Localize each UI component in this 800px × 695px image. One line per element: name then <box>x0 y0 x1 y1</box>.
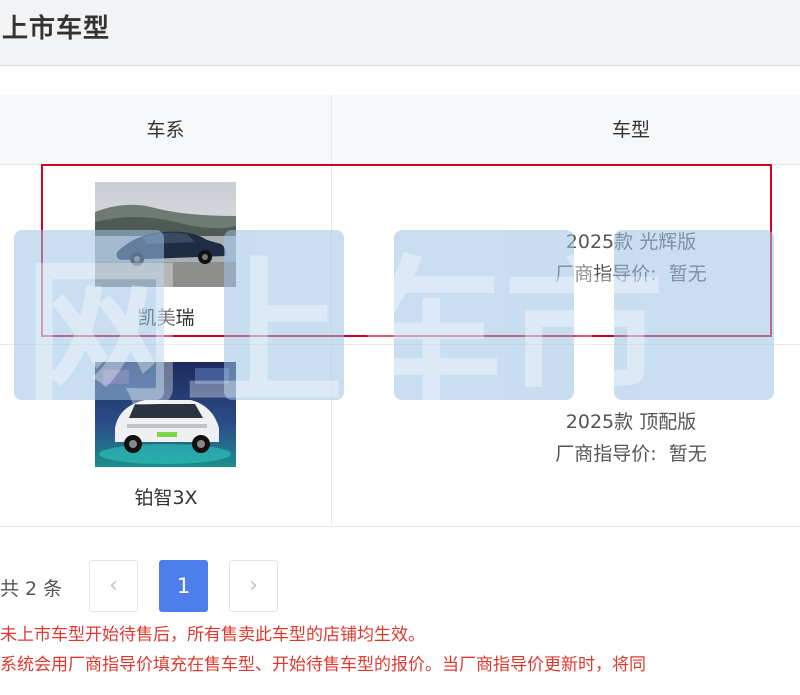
series-name[interactable]: 铂智3X <box>0 483 332 510</box>
note-line: 系统会用厂商指导价填充在售车型、开始待售车型的报价。当厂商指导价更新时，将同 <box>0 655 646 675</box>
chevron-right-icon: › <box>249 573 258 598</box>
model-cell: 2025款 光辉版 厂商指导价: 暂无 <box>332 165 800 345</box>
column-header-series: 车系 <box>0 95 332 165</box>
page-1-button[interactable]: 1 <box>159 560 208 612</box>
price-value: 暂无 <box>668 263 707 285</box>
car-image-suv <box>95 362 236 467</box>
model-cell: 2025款 顶配版 厂商指导价: 暂无 <box>332 345 800 525</box>
price-label: 厂商指导价: <box>555 263 657 285</box>
chevron-left-icon: ‹ <box>109 573 118 598</box>
table-row[interactable]: 铂智3X 2025款 顶配版 厂商指导价: 暂无 <box>0 345 800 525</box>
model-price: 厂商指导价: 暂无 <box>332 439 800 466</box>
series-cell: 凯美瑞 <box>0 165 332 345</box>
table-header: 车系 车型 <box>0 95 800 165</box>
series-name[interactable]: 凯美瑞 <box>0 303 332 330</box>
models-table: 车系 车型 凯美瑞 2025款 光辉版 厂商指导价: 暂无 铂智3X 2025款… <box>0 95 800 527</box>
model-name: 2025款 光辉版 <box>565 231 697 253</box>
pagination: 共 2 条 ‹ 1 › <box>0 560 800 612</box>
table-row[interactable]: 凯美瑞 2025款 光辉版 厂商指导价: 暂无 <box>0 165 800 345</box>
price-value: 暂无 <box>668 443 707 465</box>
total-count: 共 2 条 <box>0 578 63 600</box>
model-price: 厂商指导价: 暂无 <box>332 259 800 286</box>
car-image-sedan <box>95 182 236 287</box>
note-line: 未上市车型开始待售后，所有售卖此车型的店铺均生效。 <box>0 625 425 645</box>
prev-page-button[interactable]: ‹ <box>89 560 138 612</box>
price-label: 厂商指导价: <box>555 443 657 465</box>
column-header-model: 车型 <box>611 119 650 141</box>
model-name: 2025款 顶配版 <box>565 411 697 433</box>
page-title: 上市车型 <box>2 14 111 44</box>
page-header: 上市车型 <box>0 0 800 66</box>
series-cell: 铂智3X <box>0 345 332 525</box>
next-page-button[interactable]: › <box>229 560 278 612</box>
